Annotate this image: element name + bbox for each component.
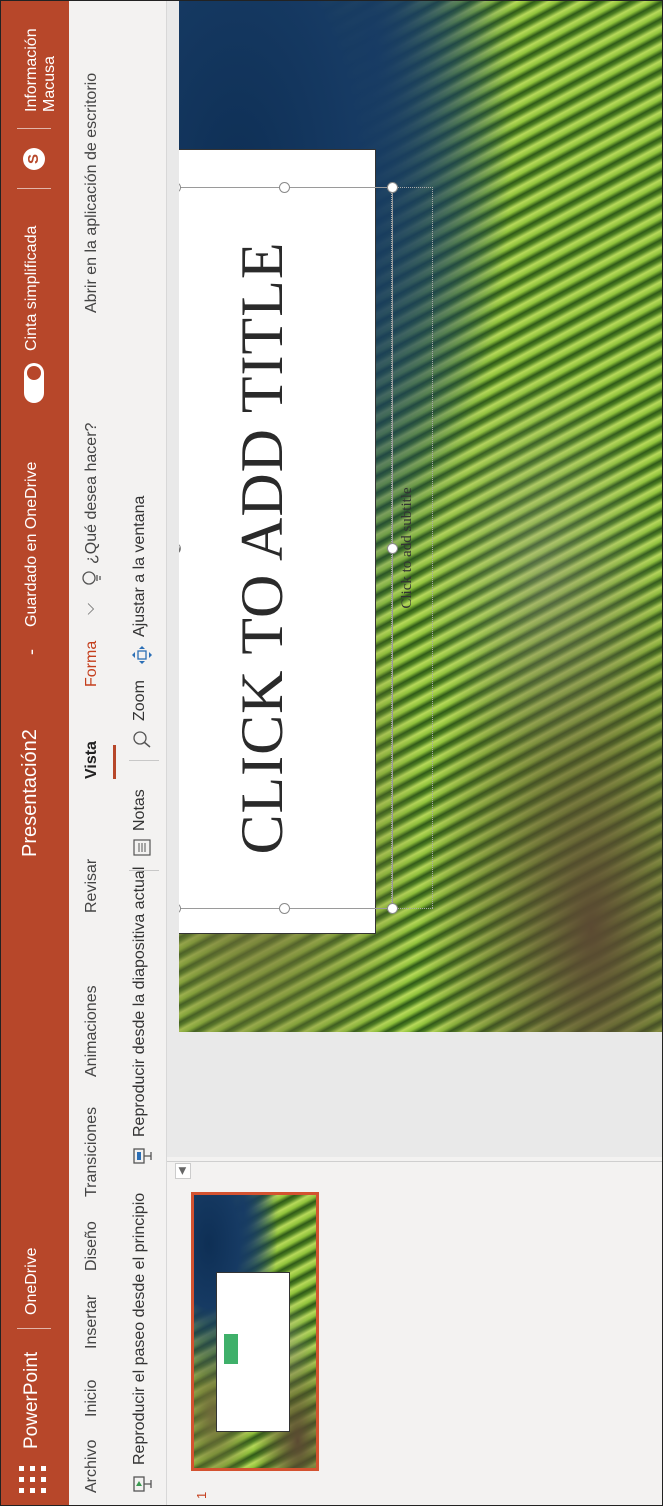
resize-handle[interactable] xyxy=(387,903,398,914)
play-current-button[interactable]: Reproducir desde la diapositiva actual xyxy=(131,867,149,1137)
save-status: Guardado en OneDrive xyxy=(23,461,40,627)
slide-canvas[interactable]: CLICK TO ADD TITLE Click to add subtitle… xyxy=(179,1,662,1032)
slide-number: 1 xyxy=(194,1491,209,1499)
resize-handle[interactable] xyxy=(387,543,398,554)
active-tab-indicator xyxy=(113,745,116,779)
resize-handle[interactable] xyxy=(387,182,398,193)
open-in-desktop-button[interactable]: Abrir en la aplicación de escritorio xyxy=(83,73,101,313)
zoom-button[interactable]: Zoom xyxy=(131,680,149,721)
slide-thumbnail[interactable] xyxy=(191,1192,319,1471)
tab-archivo[interactable]: Archivo xyxy=(83,1440,101,1493)
notes-button[interactable]: Notas xyxy=(131,789,149,831)
skype-icon[interactable]: S xyxy=(23,148,45,170)
pane-divider xyxy=(167,1161,662,1162)
scroll-up-arrow[interactable]: ◀ xyxy=(175,1163,191,1179)
play-walkthrough-button[interactable]: Reproducir el paseo desde el principio xyxy=(131,1193,149,1465)
titlebar-divider xyxy=(17,128,51,129)
onedrive-link[interactable]: OneDrive xyxy=(23,1247,41,1315)
tab-revisar[interactable]: Revisar xyxy=(83,859,101,913)
tab-vista[interactable]: Vista xyxy=(83,741,101,779)
rotate-handle-icon[interactable]: ↻ xyxy=(179,543,186,557)
tab-transiciones[interactable]: Transiciones xyxy=(83,1107,101,1197)
tab-forma[interactable]: Forma xyxy=(83,641,101,687)
simplified-ribbon-toggle[interactable] xyxy=(24,363,44,403)
ribbon-tabs: Archivo Inicio Insertar Diseño Transicio… xyxy=(69,1,119,1505)
slide-subtitle[interactable]: Click to add subtitle xyxy=(399,187,416,909)
app-launcher-icon[interactable] xyxy=(19,1465,47,1493)
zoom-icon[interactable] xyxy=(131,729,153,749)
app-name[interactable]: PowerPoint xyxy=(21,1352,43,1449)
powerpoint-window: PowerPoint OneDrive Presentación2 - Guar… xyxy=(1,1,662,1505)
resize-handle[interactable] xyxy=(279,903,290,914)
titlebar-divider xyxy=(17,1328,51,1329)
command-divider xyxy=(129,760,159,761)
resize-handle[interactable] xyxy=(279,182,290,193)
play-from-start-icon[interactable] xyxy=(131,1473,153,1493)
fit-to-window-button[interactable]: Ajustar a la ventana xyxy=(131,496,149,637)
tell-me-search[interactable]: ¿Qué desea hacer? xyxy=(83,423,101,564)
document-title[interactable]: Presentación2 xyxy=(19,729,42,857)
play-current-icon[interactable] xyxy=(131,1145,153,1165)
command-divider xyxy=(129,870,159,871)
simplified-ribbon-label[interactable]: Cinta simplificada xyxy=(23,226,41,351)
tab-animaciones[interactable]: Animaciones xyxy=(83,985,101,1077)
notes-icon[interactable] xyxy=(131,837,153,857)
titlebar-divider xyxy=(17,188,51,189)
user-account[interactable]: Información Macusa xyxy=(23,1,59,112)
fit-window-icon[interactable] xyxy=(131,645,153,665)
ribbon-commands: Reproducir el paseo desde el principio R… xyxy=(119,1,167,1505)
tab-diseno[interactable]: Diseño xyxy=(83,1221,101,1271)
title-separator: - xyxy=(21,649,41,655)
tab-inicio[interactable]: Inicio xyxy=(83,1380,101,1417)
tab-insertar[interactable]: Insertar xyxy=(83,1295,101,1349)
chevron-down-icon[interactable]: ⌵ xyxy=(81,603,99,615)
slide-title[interactable]: CLICK TO ADD TITLE xyxy=(229,187,295,909)
lightbulb-icon[interactable] xyxy=(81,569,103,587)
title-bar: PowerPoint OneDrive Presentación2 - Guar… xyxy=(1,1,69,1505)
thumbnail-green-tab xyxy=(224,1334,238,1364)
